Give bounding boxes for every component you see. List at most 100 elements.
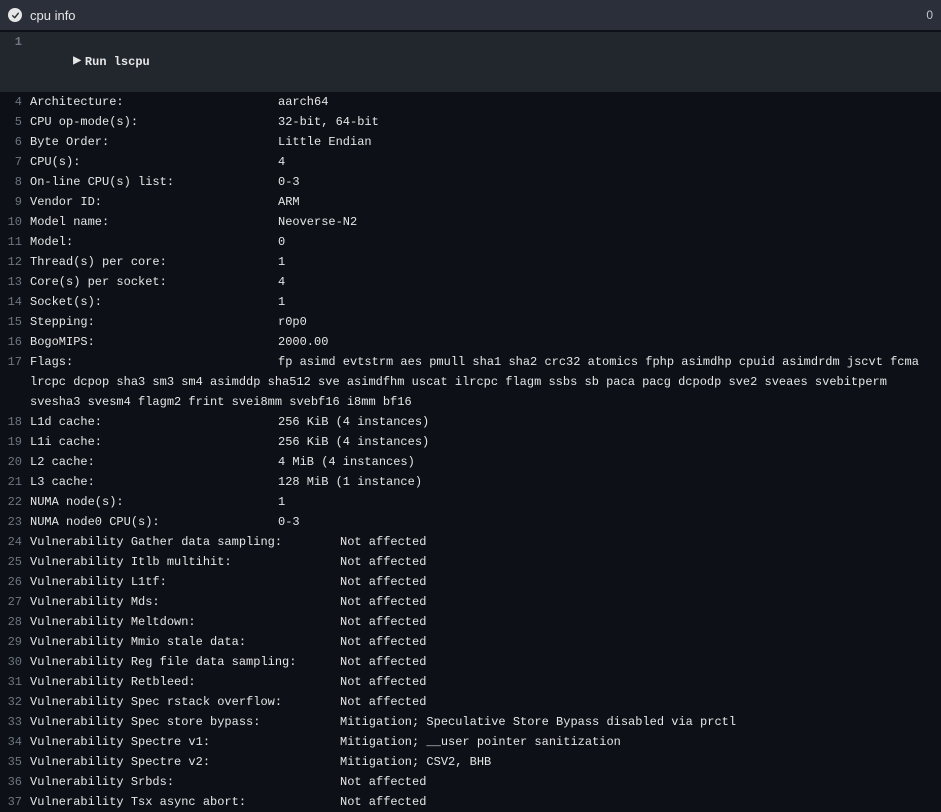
log-content: L2 cache:4 MiB (4 instances) bbox=[30, 452, 941, 472]
log-line: 20L2 cache:4 MiB (4 instances) bbox=[0, 452, 941, 472]
line-number: 24 bbox=[0, 532, 30, 552]
log-content: Vulnerability Spectre v1:Mitigation; __u… bbox=[30, 732, 941, 752]
step-header[interactable]: cpu info 0 bbox=[0, 0, 941, 30]
line-number: 6 bbox=[0, 132, 30, 152]
log-content: Socket(s):1 bbox=[30, 292, 941, 312]
log-content: Vulnerability Reg file data sampling:Not… bbox=[30, 652, 941, 672]
line-number: 27 bbox=[0, 592, 30, 612]
log-content: Vulnerability Gather data sampling:Not a… bbox=[30, 532, 941, 552]
field-key: NUMA node0 CPU(s): bbox=[30, 512, 278, 532]
field-value: aarch64 bbox=[278, 95, 328, 109]
field-value: 1 bbox=[278, 255, 285, 269]
line-number: 31 bbox=[0, 672, 30, 692]
field-key: Vulnerability L1tf: bbox=[30, 572, 340, 592]
run-command-line[interactable]: 1 ▶Run lscpu bbox=[0, 32, 941, 92]
field-key: Vulnerability Retbleed: bbox=[30, 672, 340, 692]
log-content: Vulnerability Mds:Not affected bbox=[30, 592, 941, 612]
line-number: 28 bbox=[0, 612, 30, 632]
line-number: 29 bbox=[0, 632, 30, 652]
log-line: 14Socket(s):1 bbox=[0, 292, 941, 312]
line-number: 25 bbox=[0, 552, 30, 572]
field-value: Not affected bbox=[340, 775, 426, 789]
field-value: Not affected bbox=[340, 795, 426, 809]
log-line: 24Vulnerability Gather data sampling:Not… bbox=[0, 532, 941, 552]
line-number: 9 bbox=[0, 192, 30, 212]
line-number: 4 bbox=[0, 92, 30, 112]
log-line: 36Vulnerability Srbds:Not affected bbox=[0, 772, 941, 792]
line-number: 12 bbox=[0, 252, 30, 272]
field-key: Vulnerability Reg file data sampling: bbox=[30, 652, 340, 672]
line-number: 13 bbox=[0, 272, 30, 292]
log-content: Core(s) per socket:4 bbox=[30, 272, 941, 292]
field-key: On-line CPU(s) list: bbox=[30, 172, 278, 192]
field-value: Not affected bbox=[340, 595, 426, 609]
field-value: 256 KiB (4 instances) bbox=[278, 435, 429, 449]
line-number: 8 bbox=[0, 172, 30, 192]
log-line: 19L1i cache:256 KiB (4 instances) bbox=[0, 432, 941, 452]
field-key: L1d cache: bbox=[30, 412, 278, 432]
field-value: Mitigation; Speculative Store Bypass dis… bbox=[340, 715, 736, 729]
log-content: Architecture:aarch64 bbox=[30, 92, 941, 112]
field-value: 0-3 bbox=[278, 515, 300, 529]
field-key: Architecture: bbox=[30, 92, 278, 112]
field-key: Stepping: bbox=[30, 312, 278, 332]
field-key: BogoMIPS: bbox=[30, 332, 278, 352]
field-value: Little Endian bbox=[278, 135, 372, 149]
line-number: 23 bbox=[0, 512, 30, 532]
log-content: BogoMIPS:2000.00 bbox=[30, 332, 941, 352]
field-value: 0 bbox=[278, 235, 285, 249]
log-line: 10Model name:Neoverse-N2 bbox=[0, 212, 941, 232]
log-line: 5CPU op-mode(s):32-bit, 64-bit bbox=[0, 112, 941, 132]
field-key: Vendor ID: bbox=[30, 192, 278, 212]
log-content: Flags:fp asimd evtstrm aes pmull sha1 sh… bbox=[30, 352, 941, 412]
log-line: 25Vulnerability Itlb multihit:Not affect… bbox=[0, 552, 941, 572]
log-content: Vulnerability Spec store bypass:Mitigati… bbox=[30, 712, 941, 732]
log-content: Vulnerability Spectre v2:Mitigation; CSV… bbox=[30, 752, 941, 772]
log-line: 26Vulnerability L1tf:Not affected bbox=[0, 572, 941, 592]
line-number: 30 bbox=[0, 652, 30, 672]
field-value: Neoverse-N2 bbox=[278, 215, 357, 229]
log-body: 1 ▶Run lscpu 4Architecture:aarch645CPU o… bbox=[0, 30, 941, 812]
field-key: Vulnerability Srbds: bbox=[30, 772, 340, 792]
field-key: Model: bbox=[30, 232, 278, 252]
log-line: 13Core(s) per socket:4 bbox=[0, 272, 941, 292]
field-key: Flags: bbox=[30, 352, 278, 372]
field-key: L1i cache: bbox=[30, 432, 278, 452]
field-value: 128 MiB (1 instance) bbox=[278, 475, 422, 489]
log-line: 4Architecture:aarch64 bbox=[0, 92, 941, 112]
field-value: 256 KiB (4 instances) bbox=[278, 415, 429, 429]
field-value: 0-3 bbox=[278, 175, 300, 189]
field-value: 4 bbox=[278, 275, 285, 289]
line-number: 5 bbox=[0, 112, 30, 132]
log-content: Vendor ID:ARM bbox=[30, 192, 941, 212]
log-line: 32Vulnerability Spec rstack overflow:Not… bbox=[0, 692, 941, 712]
line-number: 19 bbox=[0, 432, 30, 452]
log-content: Vulnerability Mmio stale data:Not affect… bbox=[30, 632, 941, 652]
field-key: Vulnerability Spectre v1: bbox=[30, 732, 340, 752]
log-line: 21L3 cache:128 MiB (1 instance) bbox=[0, 472, 941, 492]
line-number: 20 bbox=[0, 452, 30, 472]
line-number: 32 bbox=[0, 692, 30, 712]
log-content: Vulnerability Itlb multihit:Not affected bbox=[30, 552, 941, 572]
step-header-left: cpu info bbox=[8, 8, 76, 23]
log-line: 33Vulnerability Spec store bypass:Mitiga… bbox=[0, 712, 941, 732]
field-key: Vulnerability Spectre v2: bbox=[30, 752, 340, 772]
log-content: Model name:Neoverse-N2 bbox=[30, 212, 941, 232]
line-number: 18 bbox=[0, 412, 30, 432]
field-key: Vulnerability Gather data sampling: bbox=[30, 532, 340, 552]
log-content: Vulnerability Srbds:Not affected bbox=[30, 772, 941, 792]
log-content: L3 cache:128 MiB (1 instance) bbox=[30, 472, 941, 492]
check-circle-icon bbox=[8, 8, 22, 22]
field-key: Model name: bbox=[30, 212, 278, 232]
field-value: Not affected bbox=[340, 615, 426, 629]
field-key: NUMA node(s): bbox=[30, 492, 278, 512]
line-number: 37 bbox=[0, 792, 30, 812]
log-line: 31Vulnerability Retbleed:Not affected bbox=[0, 672, 941, 692]
log-line: 37Vulnerability Tsx async abort:Not affe… bbox=[0, 792, 941, 812]
log-content: Vulnerability Meltdown:Not affected bbox=[30, 612, 941, 632]
line-number: 22 bbox=[0, 492, 30, 512]
log-content: Model:0 bbox=[30, 232, 941, 252]
line-number: 33 bbox=[0, 712, 30, 732]
field-key: Vulnerability Tsx async abort: bbox=[30, 792, 340, 812]
step-duration: 0 bbox=[926, 8, 933, 22]
